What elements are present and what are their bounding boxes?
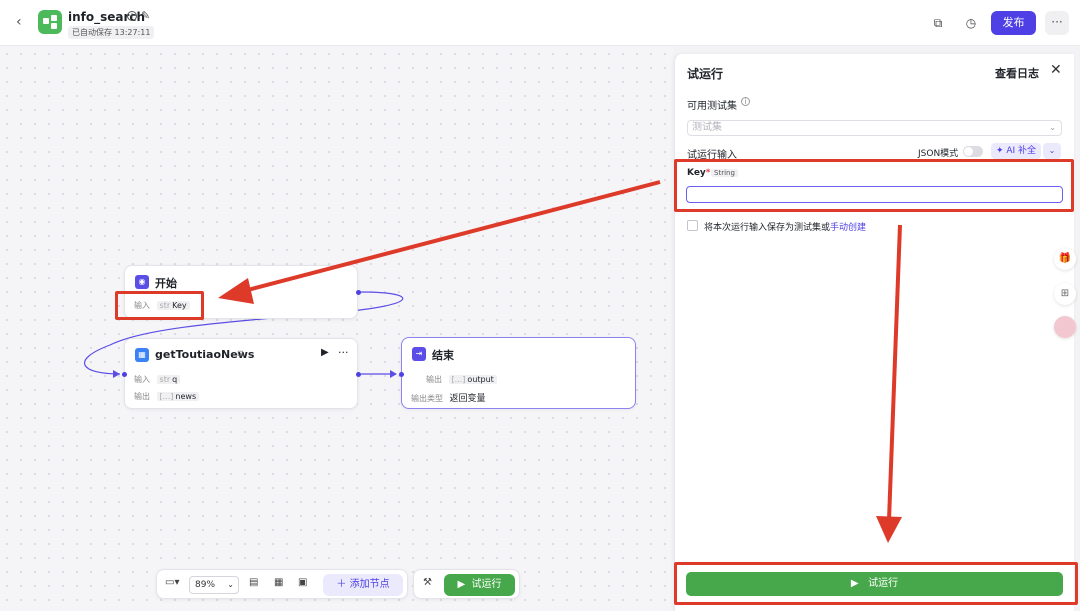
end-output-row: 输出 [...] output [426, 374, 497, 385]
plugin-node[interactable]: ▦ getToutiaoNews ⊡ ▶ ··· 输入 str q 输出 [...… [122, 338, 361, 409]
end-node-icon: ⇥ [412, 347, 426, 361]
toolbar-run-button[interactable]: ▶ 试运行 [444, 574, 515, 596]
info-icon[interactable]: i [127, 11, 137, 21]
workflow-canvas[interactable] [0, 47, 674, 611]
chevron-down-icon: ⌄ [227, 580, 234, 589]
avatar-icon[interactable] [1054, 316, 1076, 338]
key-label-text: Key [687, 168, 706, 178]
chevron-down-icon: ⌄ [1049, 123, 1056, 132]
end-output-name: output [467, 375, 494, 384]
end-output-tag: [...] output [448, 375, 497, 384]
autosave-status: 已自动保存 13:27:11 [68, 26, 155, 39]
gift-icon[interactable]: 🎁 [1054, 248, 1076, 270]
more-button[interactable]: ··· [1045, 11, 1069, 35]
run-toolbar: ⚒ ▶ 试运行 [413, 569, 520, 599]
plugin-badge-icon: ⊡ [237, 349, 244, 358]
close-icon[interactable]: ✕ [1050, 62, 1062, 78]
run-input-label: 试运行输入 [687, 150, 737, 161]
ai-fill-label: AI 补全 [1006, 146, 1037, 156]
panel-run-label: 试运行 [868, 578, 899, 589]
manual-create-link[interactable]: 手动创建 [830, 223, 866, 233]
end-input-port[interactable] [399, 372, 404, 377]
history-icon[interactable]: ◷ [962, 14, 980, 32]
plugin-output-type: [...] [159, 392, 174, 401]
start-input-tag: str Key [156, 301, 190, 310]
apps-icon[interactable]: ⊞ [1054, 283, 1076, 305]
plugin-input-name: q [172, 375, 178, 384]
plugin-output-tag: [...] news [156, 392, 200, 401]
end-kind-row: 输出类型 返回变量 [411, 391, 486, 404]
plugin-input-type: str [159, 375, 171, 384]
testset-select[interactable]: 测试集 ⌄ [687, 120, 1062, 136]
ai-fill-dropdown[interactable]: ⌄ [1043, 143, 1061, 159]
edit-icon[interactable]: ✎ [141, 9, 150, 22]
tools-icon[interactable]: ⚒ [423, 577, 432, 588]
start-node-icon: ◉ [135, 275, 149, 289]
plugin-output-label: 输出 [134, 392, 150, 401]
start-output-port[interactable] [356, 290, 361, 295]
testset-placeholder: 测试集 [692, 122, 722, 133]
start-input-row: 输入 str Key [134, 300, 190, 311]
panel-title: 试运行 [687, 67, 724, 81]
copy-icon[interactable]: ⧉ [929, 14, 947, 32]
end-output-label: 输出 [426, 375, 442, 384]
plugin-output-name: news [175, 392, 197, 401]
save-testset-text: 将本次运行输入保存为测试集或手动创建 [704, 220, 866, 233]
end-kind-value: 返回变量 [449, 394, 486, 404]
plugin-input-tag: str q [156, 375, 181, 384]
plugin-more-button[interactable]: ··· [338, 346, 349, 359]
key-field-label: Key* [687, 168, 711, 178]
zoom-select[interactable]: 89% ⌄ [189, 576, 239, 594]
end-node-title: 结束 [432, 349, 454, 362]
ai-fill-button[interactable]: ✦ AI 补全 [991, 143, 1041, 159]
plugin-input-port[interactable] [122, 372, 127, 377]
app-header: ‹ info_search i ✎ 已自动保存 13:27:11 ⧉ ◷ 发布 … [0, 0, 1080, 46]
save-testset-prefix: 将本次运行输入保存为测试集或 [704, 223, 831, 233]
plugin-input-row: 输入 str q [134, 374, 181, 385]
back-chevron-icon[interactable]: ‹ [16, 14, 22, 30]
layout-icon[interactable]: ▭▾ [165, 577, 179, 588]
canvas-toolbar: ▭▾ 89% ⌄ ▤ ▦ ▣ ＋ 添加节点 [156, 569, 408, 599]
start-node[interactable]: ◉ 开始 输入 str Key [124, 265, 361, 319]
zoom-value: 89% [195, 580, 216, 590]
plugin-node-icon: ▦ [135, 348, 149, 362]
plugin-input-label: 输入 [134, 375, 150, 384]
minimap-icon[interactable]: ▣ [298, 577, 307, 588]
grid-icon[interactable]: ▦ [274, 577, 283, 588]
add-node-button[interactable]: ＋ 添加节点 [323, 574, 403, 596]
toolbar-run-label: 试运行 [471, 579, 502, 590]
workflow-app-icon [38, 10, 62, 34]
json-mode-toggle[interactable] [963, 146, 983, 157]
testset-info-icon[interactable]: i [741, 97, 750, 106]
sparkle-icon: ✦ [995, 146, 1007, 156]
play-icon[interactable]: ▶ [321, 347, 329, 358]
end-node[interactable]: ⇥ 结束 输出 [...] output 输出类型 返回变量 [399, 337, 636, 409]
comment-icon[interactable]: ▤ [249, 577, 258, 588]
view-log-button[interactable]: 查看日志 [995, 65, 1039, 81]
plugin-output-port[interactable] [356, 372, 361, 377]
start-input-name: Key [172, 301, 187, 310]
testset-label: 可用测试集 [687, 101, 737, 112]
key-input[interactable] [686, 186, 1063, 203]
plugin-output-row: 输出 [...] news [134, 391, 200, 402]
json-mode-label: JSON模式 [918, 149, 959, 159]
key-type-tag: String [711, 169, 738, 177]
required-mark: * [705, 168, 711, 178]
end-output-type: [...] [451, 375, 466, 384]
test-run-panel: 试运行 查看日志 ✕ 可用测试集 i 测试集 ⌄ 试运行输入 JSON模式 ✦ A… [674, 54, 1074, 611]
start-input-label: 输入 [134, 301, 150, 310]
start-input-type: str [159, 301, 171, 310]
panel-run-button[interactable]: ▶ 试运行 [686, 572, 1063, 596]
end-kind-label: 输出类型 [411, 394, 443, 403]
save-testset-checkbox[interactable] [687, 220, 698, 231]
start-node-title: 开始 [155, 277, 177, 290]
publish-button[interactable]: 发布 [991, 11, 1036, 35]
